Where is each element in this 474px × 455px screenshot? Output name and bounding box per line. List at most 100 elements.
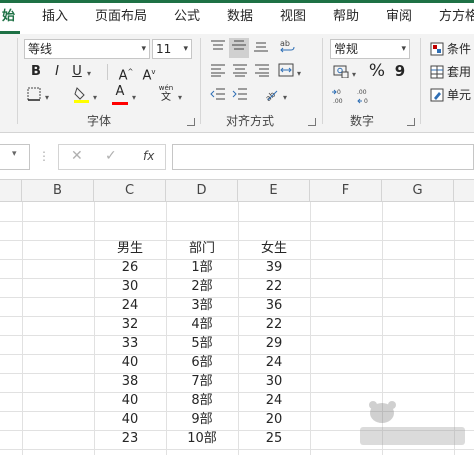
chevron-down-icon[interactable]: ▾ xyxy=(141,40,146,58)
cell-e6[interactable]: 36 xyxy=(238,297,310,315)
cell-d12[interactable]: 9部 xyxy=(166,411,238,429)
phonetic-guide-button[interactable]: wén 文 xyxy=(156,84,176,103)
merge-dropdown-icon[interactable]: ▾ xyxy=(297,69,301,78)
name-box-dropdown-icon[interactable]: ▾ xyxy=(12,149,17,159)
cell-e10[interactable]: 30 xyxy=(238,373,310,391)
cell-d10[interactable]: 7部 xyxy=(166,373,238,391)
decrease-indent-button[interactable] xyxy=(209,87,227,107)
cell-styles-button[interactable]: 单元 xyxy=(430,86,474,104)
align-right-button[interactable] xyxy=(253,63,271,83)
align-bottom-button[interactable] xyxy=(252,39,270,59)
underline-dropdown-icon[interactable]: ▾ xyxy=(87,69,91,78)
borders-dropdown-icon[interactable]: ▾ xyxy=(45,93,49,102)
font-name-combo[interactable]: 等线 ▾ xyxy=(24,39,150,59)
cell-e7[interactable]: 22 xyxy=(238,316,310,334)
cell-c12[interactable]: 40 xyxy=(94,411,166,429)
comma-style-button[interactable]: 9 xyxy=(393,62,407,80)
cell-d6[interactable]: 3部 xyxy=(166,297,238,315)
cell-c9[interactable]: 40 xyxy=(94,354,166,372)
accounting-dropdown-icon[interactable]: ▾ xyxy=(352,70,356,79)
column-header-e[interactable]: E xyxy=(238,180,310,201)
font-color-button[interactable]: A xyxy=(111,83,129,105)
cell-e11[interactable]: 24 xyxy=(238,392,310,410)
chevron-down-icon[interactable]: ▾ xyxy=(183,40,188,58)
formula-bar-grip-icon[interactable]: ⋮ xyxy=(38,149,50,163)
number-format-combo[interactable]: 常规 ▾ xyxy=(330,39,410,59)
cell-e8[interactable]: 29 xyxy=(238,335,310,353)
underline-button[interactable]: U xyxy=(70,63,84,81)
cell-c5[interactable]: 30 xyxy=(94,278,166,296)
tab-fangfangge[interactable]: 方方格 xyxy=(439,3,474,31)
orientation-dropdown-icon[interactable]: ▾ xyxy=(283,93,287,102)
chevron-down-icon[interactable]: ▾ xyxy=(401,40,406,58)
align-middle-button[interactable] xyxy=(229,38,249,58)
cell-e5[interactable]: 22 xyxy=(238,278,310,296)
phonetic-dropdown-icon[interactable]: ▾ xyxy=(178,93,182,102)
cell-d8[interactable]: 5部 xyxy=(166,335,238,353)
tab-data[interactable]: 数据 xyxy=(227,3,253,31)
tab-view[interactable]: 视图 xyxy=(280,3,306,31)
font-dialog-launcher[interactable] xyxy=(187,118,195,126)
tab-review[interactable]: 审阅 xyxy=(386,3,412,31)
tab-formulas[interactable]: 公式 xyxy=(174,3,200,31)
increase-indent-button[interactable] xyxy=(231,87,249,107)
column-header-b[interactable]: B xyxy=(22,180,94,201)
column-header-g[interactable]: G xyxy=(382,180,454,201)
cell-e12[interactable]: 20 xyxy=(238,411,310,429)
cell-c7[interactable]: 32 xyxy=(94,316,166,334)
cell-e3[interactable]: 女生 xyxy=(238,240,310,258)
cell-d11[interactable]: 8部 xyxy=(166,392,238,410)
cell-e9[interactable]: 24 xyxy=(238,354,310,372)
cell-d9[interactable]: 6部 xyxy=(166,354,238,372)
italic-button[interactable]: I xyxy=(50,63,64,81)
grow-font-button[interactable]: A^ xyxy=(118,63,134,85)
fill-color-dropdown-icon[interactable]: ▾ xyxy=(93,93,97,102)
alignment-dialog-launcher[interactable] xyxy=(308,118,316,126)
bold-button[interactable]: B xyxy=(28,63,44,81)
format-as-table-button[interactable]: 套用 xyxy=(430,63,474,81)
cell-c11[interactable]: 40 xyxy=(94,392,166,410)
cell-c3[interactable]: 男生 xyxy=(94,240,166,258)
align-top-button[interactable] xyxy=(209,39,227,59)
tab-insert[interactable]: 插入 xyxy=(42,3,68,31)
wrap-text-button[interactable]: ab xyxy=(278,38,296,60)
cell-d5[interactable]: 2部 xyxy=(166,278,238,296)
cell-c13[interactable]: 23 xyxy=(94,430,166,448)
font-color-dropdown-icon[interactable]: ▾ xyxy=(132,93,136,102)
number-dialog-launcher[interactable] xyxy=(407,118,415,126)
font-size-combo[interactable]: 11 ▾ xyxy=(152,39,192,59)
accounting-format-button[interactable] xyxy=(332,64,350,84)
merge-center-button[interactable] xyxy=(277,62,295,84)
percent-style-button[interactable]: % xyxy=(367,62,387,80)
tab-help[interactable]: 帮助 xyxy=(333,3,359,31)
enter-icon[interactable]: ✓ xyxy=(105,148,117,164)
cell-c8[interactable]: 33 xyxy=(94,335,166,353)
cell-c10[interactable]: 38 xyxy=(94,373,166,391)
conditional-formatting-button[interactable]: 条件 xyxy=(430,40,474,58)
cell-e13[interactable]: 25 xyxy=(238,430,310,448)
formula-input[interactable] xyxy=(172,144,474,170)
name-box[interactable]: ▾ xyxy=(0,144,30,170)
cell-c4[interactable]: 26 xyxy=(94,259,166,277)
decrease-decimal-button[interactable]: .00 0 xyxy=(355,87,375,111)
cancel-icon[interactable]: ✕ xyxy=(71,148,83,164)
align-left-button[interactable] xyxy=(209,63,227,83)
cell-e4[interactable]: 39 xyxy=(238,259,310,277)
column-header-d[interactable]: D xyxy=(166,180,238,201)
cell-d13[interactable]: 10部 xyxy=(166,430,238,448)
orientation-button[interactable]: ab xyxy=(262,86,280,108)
align-center-button[interactable] xyxy=(231,63,249,83)
tab-page-layout[interactable]: 页面布局 xyxy=(95,3,147,31)
column-header-f[interactable]: F xyxy=(310,180,382,201)
cell-d4[interactable]: 1部 xyxy=(166,259,238,277)
insert-function-icon[interactable]: fx xyxy=(143,149,154,163)
column-header-c[interactable]: C xyxy=(94,180,166,201)
fill-color-button[interactable] xyxy=(72,85,90,109)
cell-c6[interactable]: 24 xyxy=(94,297,166,315)
borders-button[interactable] xyxy=(26,87,42,107)
column-header-a[interactable] xyxy=(0,180,22,201)
tab-home[interactable]: 始 xyxy=(2,3,15,31)
cell-d7[interactable]: 4部 xyxy=(166,316,238,334)
increase-decimal-button[interactable]: 0.00 xyxy=(331,87,351,111)
shrink-font-button[interactable]: Av xyxy=(141,63,157,85)
